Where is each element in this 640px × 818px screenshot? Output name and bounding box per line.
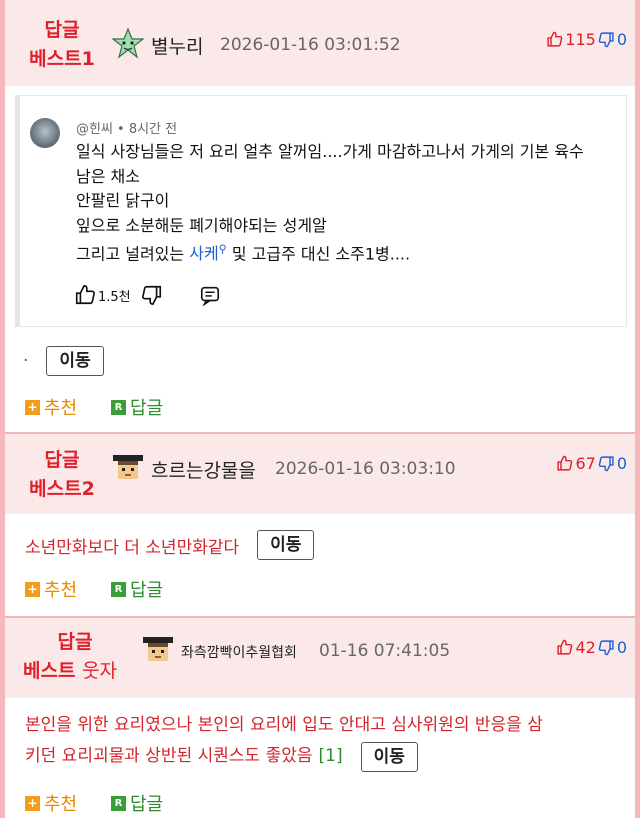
recommend-button[interactable]: + 추천 xyxy=(25,394,77,420)
best-reply-badge: 답글 베스트1 xyxy=(29,19,95,70)
nickname[interactable]: 좌측깜빡이추월협회 xyxy=(181,642,297,662)
embed-like-count: 1.5천 xyxy=(98,289,131,305)
best-reply-badge: 답글 베스트2 xyxy=(29,449,95,500)
thumbs-up-icon[interactable] xyxy=(74,284,96,306)
thumbs-down-icon[interactable] xyxy=(598,455,615,472)
reply-icon: R xyxy=(111,399,126,415)
comment-content: 소년만화보다 더 소년만화같다 xyxy=(25,537,240,558)
vote-counts: 67 0 xyxy=(556,454,627,473)
reply-button[interactable]: R 답글 xyxy=(111,576,163,602)
like-count: 67 xyxy=(575,454,596,473)
like-count: 42 xyxy=(575,638,596,657)
move-button[interactable]: 이동 xyxy=(360,741,418,772)
comment-header: 답글 베스트2 흐르는강물을 2026-01-16 03:03:10 67 0 xyxy=(5,434,635,514)
comment-body: · 이동 xyxy=(23,346,104,376)
thumbs-down-icon[interactable] xyxy=(141,284,163,306)
recommend-button[interactable]: + 추천 xyxy=(25,790,77,816)
thumbs-down-icon[interactable] xyxy=(598,639,615,656)
pixel-character-icon xyxy=(111,452,145,486)
timestamp: 01-16 07:41:05 xyxy=(319,641,451,661)
dislike-count: 0 xyxy=(616,30,627,49)
embed-actions: 1.5천 xyxy=(74,284,221,306)
comment-header: 답글 베스트 웃자 좌측깜빡이추월협회 01-16 07:41:05 42 0 xyxy=(5,618,635,698)
comment-content: 본인을 위한 요리였으나 본인의 요리에 입도 안대고 심사위원의 반응을 삼 … xyxy=(25,710,625,772)
reply-button[interactable]: R 답글 xyxy=(111,790,163,816)
embed-text: 일식 사장님들은 저 요리 얼추 알꺼임....가게 마감하고나서 가게의 기본… xyxy=(76,142,584,264)
timestamp: 2026-01-16 03:03:10 xyxy=(275,459,456,479)
reference-link[interactable]: [1] xyxy=(319,741,343,772)
reply-bubble-icon[interactable] xyxy=(199,284,221,306)
nickname[interactable]: 별누리 xyxy=(151,32,203,59)
youtube-comment-embed: @힌씨 • 8시간 전 일식 사장님들은 저 요리 얼추 알꺼임....가게 마… xyxy=(15,95,627,327)
comment-body: 소년만화보다 더 소년만화같다 이동 xyxy=(25,530,315,560)
vote-counts: 115 0 xyxy=(546,30,627,49)
comment-content: · xyxy=(23,351,29,371)
pixel-character-icon xyxy=(141,634,175,668)
comment-header: 답글 베스트1 별누리 2026-01-16 03:01:52 115 0 xyxy=(5,0,635,86)
plus-icon: + xyxy=(25,795,40,811)
star-character-icon xyxy=(111,27,145,61)
vote-counts: 42 0 xyxy=(556,638,627,657)
plus-icon: + xyxy=(25,399,40,415)
recommend-button[interactable]: + 추천 xyxy=(25,576,77,602)
embed-handle: @힌씨 • 8시간 전 xyxy=(76,122,178,137)
thumbs-up-icon[interactable] xyxy=(556,455,573,472)
reply-button[interactable]: R 답글 xyxy=(111,394,163,420)
thumbs-up-icon[interactable] xyxy=(546,31,563,48)
best-reply-badge: 답글 베스트 웃자 xyxy=(23,631,118,682)
plus-icon: + xyxy=(25,581,40,597)
like-count: 115 xyxy=(565,30,596,49)
move-button[interactable]: 이동 xyxy=(257,530,315,560)
nickname[interactable]: 흐르는강물을 xyxy=(151,456,256,483)
sake-link[interactable]: 사케⚲ xyxy=(189,243,227,263)
thumbs-down-icon[interactable] xyxy=(598,31,615,48)
move-button[interactable]: 이동 xyxy=(46,346,104,376)
dislike-count: 0 xyxy=(616,454,627,473)
comment-list: 답글 베스트1 별누리 2026-01-16 03:01:52 115 0 @힌… xyxy=(5,0,635,818)
reply-icon: R xyxy=(111,581,126,597)
dislike-count: 0 xyxy=(616,638,627,657)
thumbs-up-icon[interactable] xyxy=(556,639,573,656)
search-icon: ⚲ xyxy=(218,243,227,256)
embed-quote-bar xyxy=(16,96,20,326)
timestamp: 2026-01-16 03:01:52 xyxy=(220,35,401,55)
reply-icon: R xyxy=(111,795,126,811)
avatar xyxy=(30,118,60,148)
best-category: 웃자 xyxy=(82,660,118,682)
